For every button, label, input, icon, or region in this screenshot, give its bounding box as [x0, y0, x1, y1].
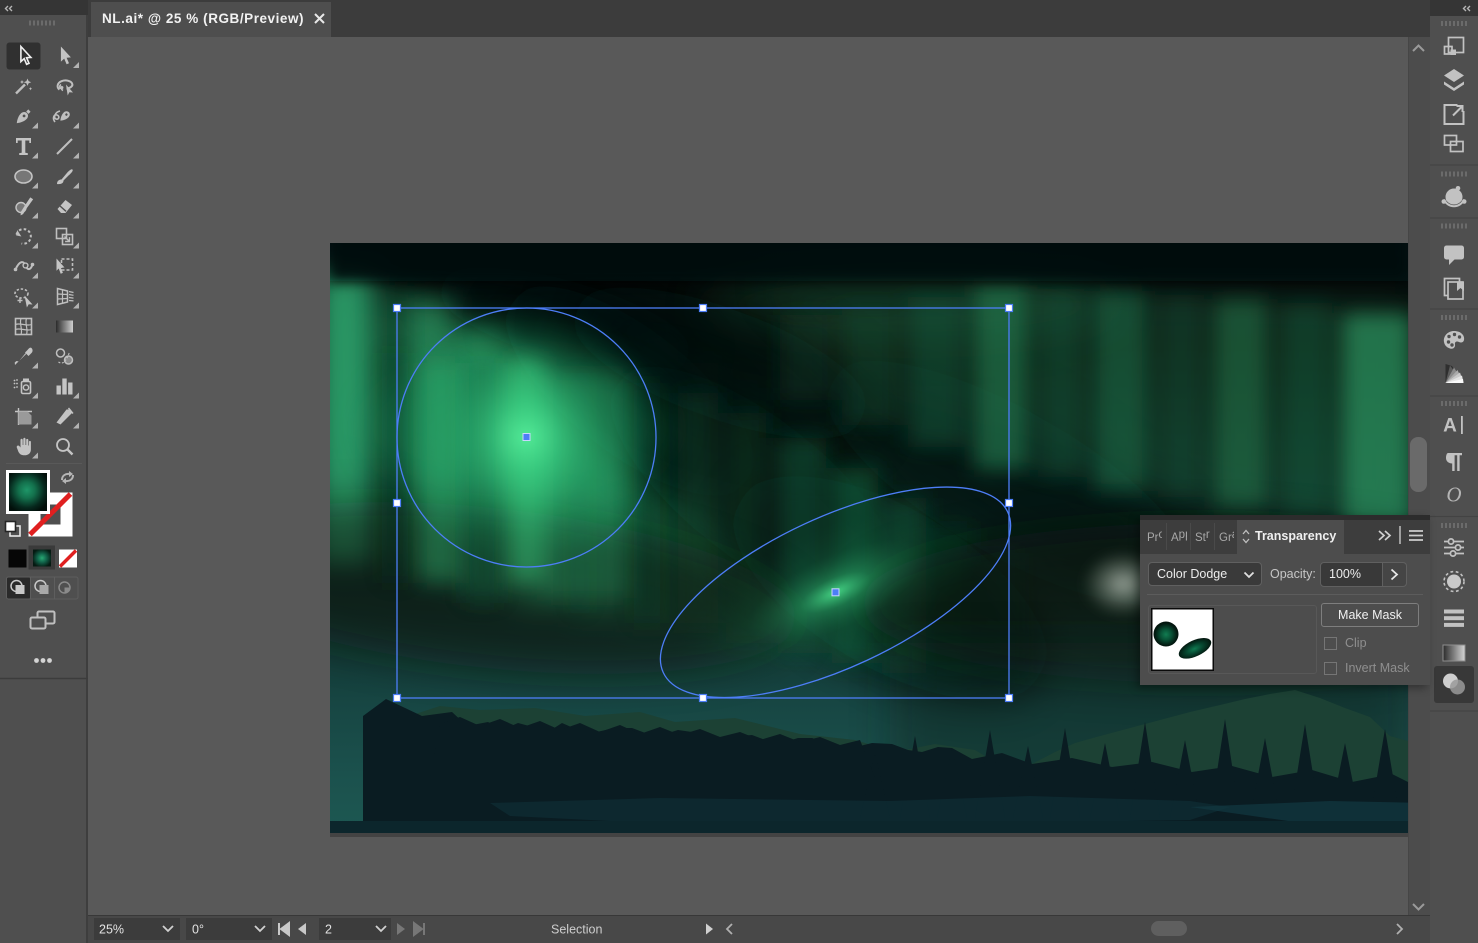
svg-text:Selection: Selection: [551, 923, 602, 937]
svg-text:0°: 0°: [192, 923, 204, 937]
svg-text:2: 2: [325, 923, 332, 937]
svg-text:A: A: [1443, 416, 1457, 437]
svg-text:O: O: [1446, 483, 1461, 507]
svg-text:25%: 25%: [99, 923, 124, 937]
